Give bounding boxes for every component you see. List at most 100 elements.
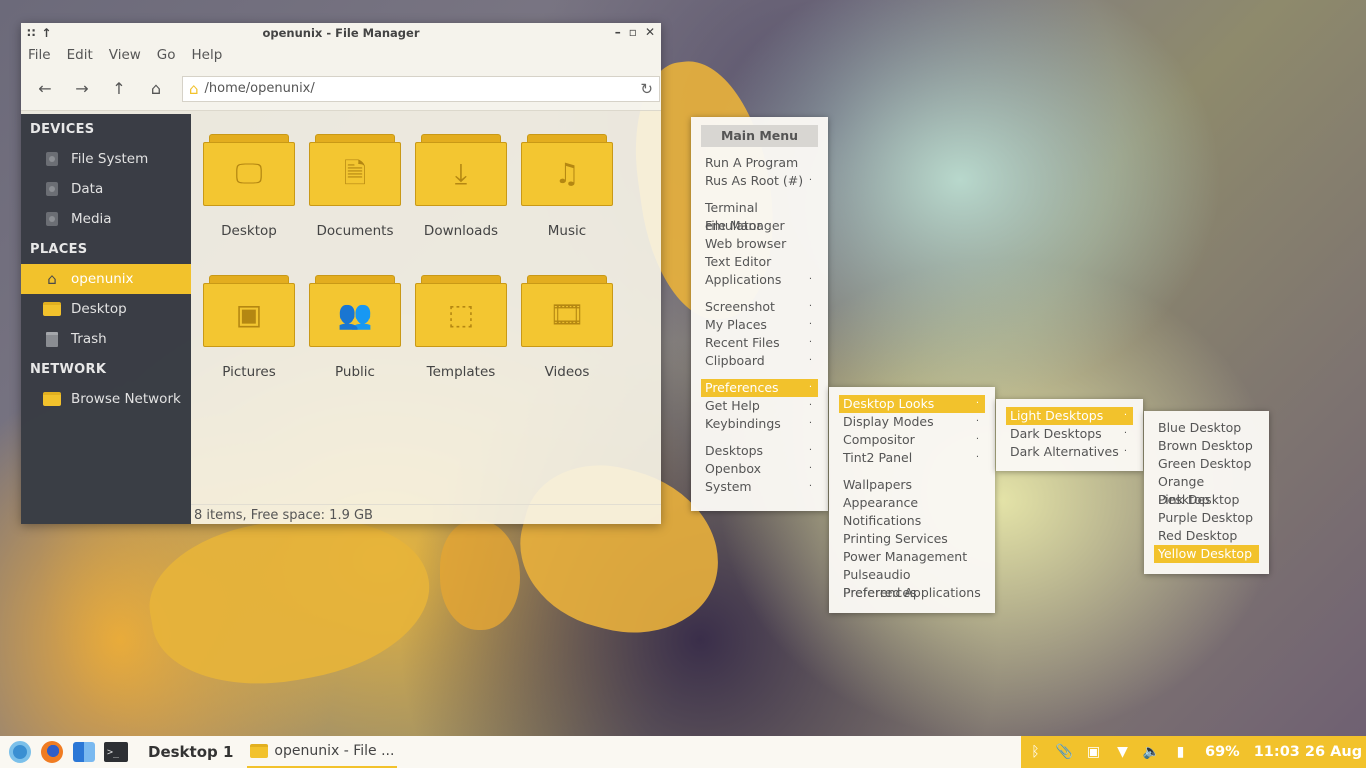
document-icon: 🗎 bbox=[343, 157, 367, 190]
menu-item-red-desktop[interactable]: Red Desktop bbox=[1154, 527, 1259, 545]
paperclip-icon[interactable]: 📎 bbox=[1050, 744, 1079, 760]
menu-item-purple-desktop[interactable]: Purple Desktop bbox=[1154, 509, 1259, 527]
battery-percent: 69% bbox=[1205, 744, 1240, 760]
menu-item-pulseaudio-preferences[interactable]: Pulseaudio Preferences bbox=[839, 566, 985, 600]
menu-item-web-browser[interactable]: Web browser bbox=[701, 235, 818, 253]
reload-icon[interactable]: ↻ bbox=[640, 80, 653, 98]
menu-item-preferences[interactable]: Preferences · bbox=[701, 379, 818, 397]
menu-item-yellow-desktop[interactable]: Yellow Desktop bbox=[1154, 545, 1259, 563]
folder-label: Desktop bbox=[221, 223, 277, 239]
folder-pictures[interactable]: ▣ Pictures bbox=[203, 275, 309, 380]
menu-item-run-program[interactable]: Run A Program bbox=[701, 154, 818, 172]
file-manager-launcher[interactable] bbox=[72, 740, 96, 764]
menu-item-my-places[interactable]: My Places · bbox=[701, 316, 818, 334]
sidebar-item-media[interactable]: Media bbox=[21, 204, 191, 234]
home-icon[interactable]: ⌂ bbox=[144, 77, 168, 101]
menu-item-desktop-looks[interactable]: Desktop Looks · bbox=[839, 395, 985, 413]
clock[interactable]: 11:03 26 Aug bbox=[1254, 744, 1362, 760]
folder-public[interactable]: 👥 Public bbox=[309, 275, 415, 380]
minimize-icon[interactable]: – bbox=[615, 25, 621, 39]
menu-file[interactable]: File bbox=[28, 47, 51, 63]
menu-item-text-editor[interactable]: Text Editor bbox=[701, 253, 818, 271]
menu-item-tint2-panel[interactable]: Tint2 Panel · bbox=[839, 449, 985, 467]
menu-item-dark-desktops[interactable]: Dark Desktops · bbox=[1006, 425, 1133, 443]
submenu-arrow-icon: · bbox=[808, 301, 812, 312]
sidebar-item-browse-network[interactable]: Browse Network bbox=[21, 384, 191, 414]
folder-downloads[interactable]: ⤓ Downloads bbox=[415, 134, 521, 239]
menu-item-get-help[interactable]: Get Help · bbox=[701, 397, 818, 415]
menu-item-dark-alternatives[interactable]: Dark Alternatives · bbox=[1006, 443, 1133, 461]
download-icon: ⤓ bbox=[454, 157, 468, 190]
menu-view[interactable]: View bbox=[109, 47, 141, 63]
battery-icon[interactable]: ▮ bbox=[1166, 744, 1195, 760]
back-arrow-icon[interactable]: ← bbox=[33, 77, 57, 101]
sidebar-item-filesystem[interactable]: File System bbox=[21, 144, 191, 174]
chromium-launcher[interactable] bbox=[8, 740, 32, 764]
menu-item-applications[interactable]: Applications · bbox=[701, 271, 818, 289]
screen-icon[interactable]: ▣ bbox=[1079, 744, 1108, 760]
menu-item-terminal[interactable]: Terminal emulator bbox=[701, 199, 818, 233]
sidebar-item-desktop[interactable]: Desktop bbox=[21, 294, 191, 324]
preferences-menu: Desktop Looks · Display Modes · Compositor… bbox=[829, 387, 995, 613]
menu-item-compositor[interactable]: Compositor · bbox=[839, 431, 985, 449]
menu-item-blue-desktop[interactable]: Blue Desktop bbox=[1154, 419, 1259, 437]
menu-item-screenshot[interactable]: Screenshot · bbox=[701, 298, 818, 316]
folder-music[interactable]: ♫ Music bbox=[521, 134, 627, 239]
menu-item-notifications[interactable]: Notifications bbox=[839, 512, 985, 530]
menu-item-light-desktops[interactable]: Light Desktops · bbox=[1006, 407, 1133, 425]
menu-item-file-manager[interactable]: File Manager bbox=[701, 217, 818, 235]
folder-videos[interactable]: 🎞 Videos bbox=[521, 275, 627, 380]
up-arrow-icon[interactable]: ↑ bbox=[107, 77, 131, 101]
terminal-launcher[interactable]: >_ bbox=[104, 740, 128, 764]
menu-item-pink-desktop[interactable]: Pink Desktop bbox=[1154, 491, 1259, 509]
dashed-square-icon: ⬚ bbox=[447, 298, 475, 331]
sidebar-item-label: Trash bbox=[71, 331, 107, 347]
folder-desktop[interactable]: 🖵 Desktop bbox=[203, 134, 309, 239]
volume-icon[interactable]: 🔈 bbox=[1137, 744, 1166, 760]
submenu-arrow-icon: · bbox=[1123, 410, 1127, 421]
menu-edit[interactable]: Edit bbox=[67, 47, 93, 63]
menu-item-openbox[interactable]: Openbox · bbox=[701, 460, 818, 478]
location-bar[interactable]: ⌂ /home/openunix/ ↻ bbox=[182, 75, 660, 102]
folder-documents[interactable]: 🗎 Documents bbox=[309, 134, 415, 239]
menu-item-preferred-applications[interactable]: Preferred Applications bbox=[839, 584, 985, 602]
menu-item-system[interactable]: System · bbox=[701, 478, 818, 496]
close-icon[interactable]: ✕ bbox=[645, 25, 655, 39]
submenu-arrow-icon: · bbox=[808, 337, 812, 348]
sidebar-item-openunix[interactable]: ⌂ openunix bbox=[21, 264, 191, 294]
main-menu: Main Menu Run A Program Rus As Root (#) ·… bbox=[691, 117, 828, 511]
menu-item-printing-services[interactable]: Printing Services bbox=[839, 530, 985, 548]
chromium-icon bbox=[9, 741, 31, 763]
trash-icon bbox=[43, 330, 61, 348]
bluetooth-icon[interactable]: ᛒ bbox=[1021, 744, 1050, 760]
menu-item-power-management[interactable]: Power Management bbox=[839, 548, 985, 566]
firefox-launcher[interactable] bbox=[40, 740, 64, 764]
menu-item-recent-files[interactable]: Recent Files · bbox=[701, 334, 818, 352]
window-titlebar[interactable]: ∷ ↑ openunix - File Manager – ▫ ✕ bbox=[21, 23, 661, 43]
menu-item-display-modes[interactable]: Display Modes · bbox=[839, 413, 985, 431]
desktop-name[interactable]: Desktop 1 bbox=[148, 743, 233, 761]
keep-above-icon[interactable]: ↑ bbox=[41, 26, 51, 40]
wallpaper-leaf bbox=[138, 496, 442, 704]
menu-item-keybindings[interactable]: Keybindings · bbox=[701, 415, 818, 433]
window-menu-icon[interactable]: ∷ bbox=[27, 26, 35, 40]
menu-item-brown-desktop[interactable]: Brown Desktop bbox=[1154, 437, 1259, 455]
wifi-icon[interactable]: ▼ bbox=[1108, 744, 1137, 760]
maximize-icon[interactable]: ▫ bbox=[629, 25, 637, 39]
menu-item-green-desktop[interactable]: Green Desktop bbox=[1154, 455, 1259, 473]
menu-item-clipboard[interactable]: Clipboard · bbox=[701, 352, 818, 370]
task-file-manager[interactable]: openunix - File ... bbox=[247, 736, 398, 768]
forward-arrow-icon[interactable]: → bbox=[70, 77, 94, 101]
menu-item-appearance[interactable]: Appearance bbox=[839, 494, 985, 512]
sidebar-item-data[interactable]: Data bbox=[21, 174, 191, 204]
menu-item-run-as-root[interactable]: Rus As Root (#) · bbox=[701, 172, 818, 190]
menu-item-wallpapers[interactable]: Wallpapers bbox=[839, 476, 985, 494]
menu-item-orange-desktop[interactable]: Orange Desktop bbox=[1154, 473, 1259, 507]
menu-item-desktops[interactable]: Desktops · bbox=[701, 442, 818, 460]
menu-go[interactable]: Go bbox=[157, 47, 176, 63]
menu-help[interactable]: Help bbox=[192, 47, 223, 63]
folder-templates[interactable]: ⬚ Templates bbox=[415, 275, 521, 380]
sidebar-item-trash[interactable]: Trash bbox=[21, 324, 191, 354]
folder-label: Music bbox=[547, 223, 587, 239]
light-desktops-menu: Blue Desktop Brown Desktop Green Desktop… bbox=[1144, 411, 1269, 574]
